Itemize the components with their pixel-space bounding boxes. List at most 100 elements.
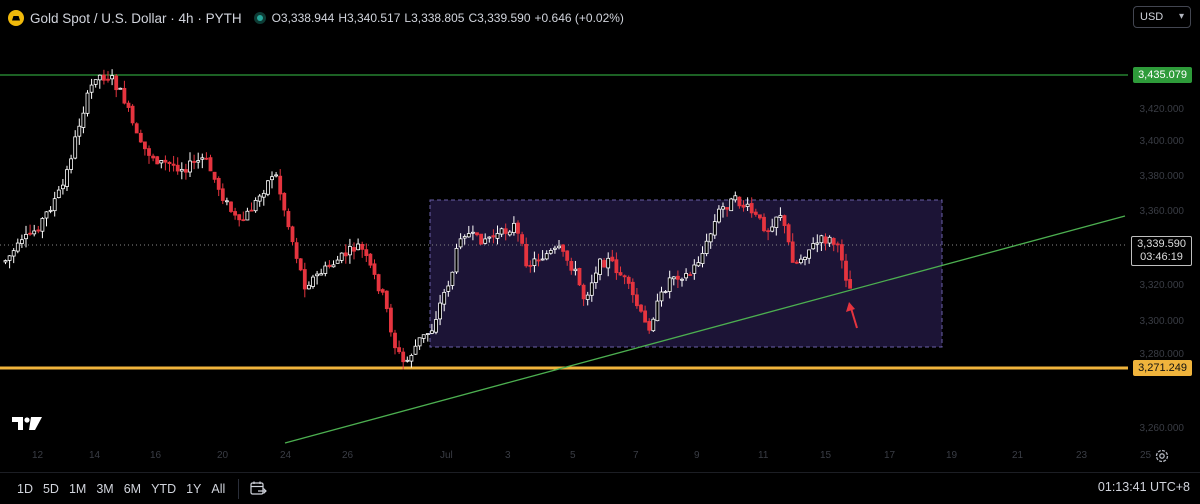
candle-body — [335, 259, 340, 264]
candle-body — [470, 231, 475, 234]
price-axis-label: 3,380.000 — [1139, 171, 1185, 182]
candle-body — [446, 285, 451, 292]
candle-body — [40, 218, 45, 232]
range-button-all[interactable]: All — [206, 482, 230, 496]
candle-body — [249, 209, 254, 212]
candle-body — [204, 157, 209, 160]
candle-body — [102, 74, 106, 81]
candle-body — [393, 332, 397, 349]
candle-body — [516, 222, 520, 234]
bottom-toolbar: 1D 5D 1M 3M 6M YTD 1Y All — [0, 472, 1200, 504]
candle-body — [487, 236, 492, 239]
candle-body — [413, 345, 418, 355]
range-button-6m[interactable]: 6M — [119, 482, 146, 496]
candle-body — [200, 157, 205, 160]
range-button-ytd[interactable]: YTD — [146, 482, 181, 496]
utc-clock[interactable]: 01:13:41 UTC+8 — [1098, 480, 1190, 494]
candle-body — [721, 206, 725, 210]
candle-body — [237, 214, 242, 221]
candle-body — [110, 75, 114, 80]
candle-body — [261, 192, 266, 198]
time-axis-label: 14 — [89, 450, 101, 461]
calendar-range-icon[interactable] — [249, 480, 268, 498]
candle-body — [577, 268, 582, 286]
candle-body — [270, 176, 274, 181]
candle-body — [364, 249, 369, 257]
price-axis-label: 3,360.000 — [1139, 206, 1185, 217]
candle-body — [253, 200, 258, 212]
candle-body — [233, 211, 238, 216]
candle-body — [823, 236, 828, 244]
candle-body — [622, 275, 627, 278]
candle-body — [766, 230, 770, 233]
candle-body — [216, 178, 221, 190]
time-axis-label: 25 — [1140, 450, 1152, 461]
candle-body — [475, 232, 479, 236]
candle-body — [659, 291, 664, 302]
candle-body — [65, 169, 69, 187]
candle-body — [56, 189, 61, 198]
candle-body — [585, 294, 590, 300]
candle-body — [44, 211, 49, 219]
candle-body — [241, 219, 246, 222]
candle-body — [429, 330, 434, 334]
candle-body — [561, 244, 565, 252]
chart-header: Gold Spot / U.S. Dollar · 4h · PYTH O3,3… — [8, 9, 624, 27]
ohlc-open: O3,338.944 — [271, 11, 335, 25]
candle-body — [745, 203, 750, 207]
candle-body — [778, 215, 783, 219]
currency-select[interactable]: USD ▾ — [1133, 6, 1191, 28]
gear-icon[interactable] — [1154, 448, 1170, 464]
candle-body — [294, 242, 299, 259]
candle-body — [598, 258, 602, 275]
candle-body — [388, 307, 393, 333]
candle-body — [512, 222, 516, 233]
candle-body — [331, 264, 336, 268]
candle-body — [278, 175, 283, 195]
candle-body — [639, 304, 643, 312]
candle-body — [106, 78, 110, 81]
candle-body — [397, 347, 402, 353]
candle-body — [803, 256, 807, 261]
candle-body — [799, 258, 803, 264]
candle-body — [700, 252, 705, 265]
market-open-dot-icon — [253, 12, 266, 24]
candle-body — [835, 243, 840, 246]
time-axis-label: 26 — [342, 450, 354, 461]
candle-body — [827, 236, 832, 244]
support-price-tag: 3,271.249 — [1133, 360, 1192, 376]
tradingview-logo-icon[interactable] — [12, 414, 42, 432]
candle-body — [130, 105, 135, 124]
candle-body — [417, 337, 422, 347]
candle-body — [831, 238, 836, 245]
candle-body — [93, 79, 98, 85]
candle-body — [844, 260, 848, 281]
candle-body — [384, 290, 389, 310]
symbol-title[interactable]: Gold Spot / U.S. Dollar · 4h · PYTH — [30, 11, 242, 26]
range-button-1d[interactable]: 1D — [12, 482, 38, 496]
range-button-5d[interactable]: 5D — [38, 482, 64, 496]
price-chart[interactable] — [0, 0, 1200, 472]
candle-body — [405, 359, 410, 362]
candle-body — [212, 171, 217, 180]
candle-body — [626, 276, 631, 284]
time-axis-label: 21 — [1012, 450, 1024, 461]
candle-body — [11, 250, 16, 257]
gold-coin-icon[interactable] — [8, 10, 24, 26]
candle-body — [380, 289, 385, 293]
candle-body — [770, 226, 775, 232]
range-button-1y[interactable]: 1Y — [181, 482, 206, 496]
range-button-1m[interactable]: 1M — [64, 482, 91, 496]
bar-countdown: 03:46:19 — [1140, 251, 1183, 263]
ohlc-high: H3,340.517 — [338, 11, 401, 25]
candle-body — [786, 224, 791, 243]
candle-body — [409, 355, 414, 362]
time-axis-label: 24 — [280, 450, 292, 461]
candle-body — [171, 163, 176, 166]
candle-body — [581, 284, 586, 300]
candle-body — [819, 235, 824, 244]
range-button-3m[interactable]: 3M — [91, 482, 118, 496]
candle-body — [97, 74, 102, 81]
candle-body — [85, 92, 90, 114]
candle-body — [81, 112, 86, 128]
